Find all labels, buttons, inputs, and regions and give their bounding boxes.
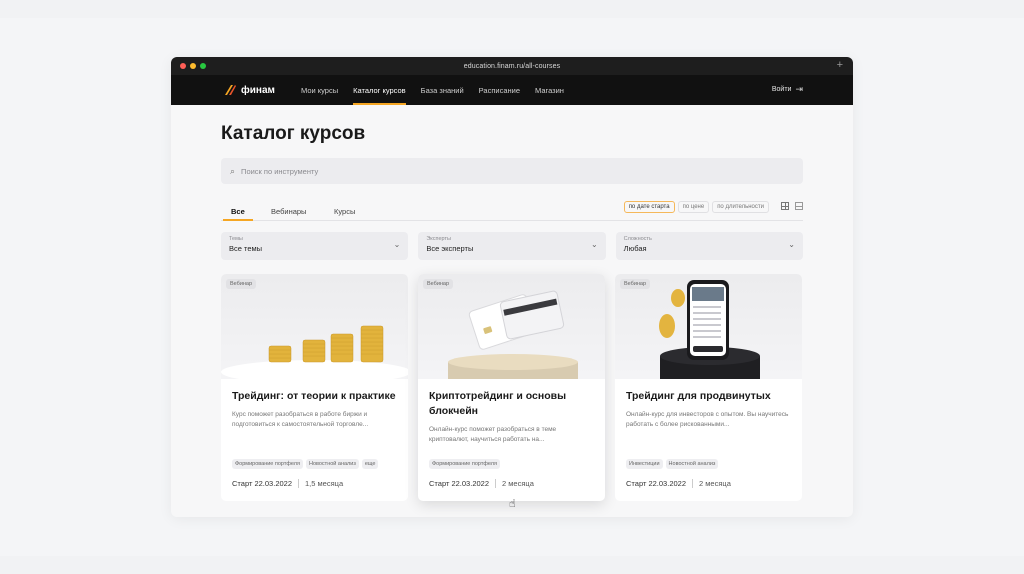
filter-value: Все эксперты <box>426 244 474 253</box>
sort-by-price[interactable]: по цене <box>677 201 710 213</box>
card-type-badge: Вебинар <box>423 279 454 289</box>
filter-topics[interactable]: Темы Все темы ⌄ <box>221 232 409 260</box>
card-description: Онлайн-курс поможет разобраться в теме к… <box>429 426 557 443</box>
page-title: Каталог курсов <box>221 123 366 144</box>
tab-webinars[interactable]: Вебинары <box>271 201 306 221</box>
card-duration: 2 месяца <box>699 479 731 488</box>
nav-schedule[interactable]: Расписание <box>479 75 520 105</box>
view-toggle <box>781 202 803 210</box>
nav-knowledge-base[interactable]: База знаний <box>421 75 464 105</box>
filter-experts[interactable]: Эксперты Все эксперты ⌄ <box>418 232 606 260</box>
nav-catalog[interactable]: Каталог курсов <box>353 75 406 105</box>
meta-divider <box>495 479 496 488</box>
browser-window: education.finam.ru/all-courses + финам М… <box>171 57 853 517</box>
login-icon: ⇥ <box>795 84 803 94</box>
window-controls <box>180 63 206 69</box>
main-nav: Мои курсы Каталог курсов База знаний Рас… <box>301 75 564 105</box>
card-title: Трейдинг для продвинутых <box>626 390 771 402</box>
filter-value: Любая <box>623 244 647 253</box>
card-start-date: Старт 22.03.2022 <box>626 479 686 488</box>
chevron-down-icon: ⌄ <box>393 240 401 249</box>
meta-divider <box>692 479 693 488</box>
tab-courses[interactable]: Курсы <box>334 201 355 221</box>
list-view-icon[interactable] <box>795 202 803 210</box>
nav-shop[interactable]: Магазин <box>535 75 564 105</box>
card-title: Трейдинг: от теории к практике <box>232 390 396 402</box>
filter-value: Все темы <box>229 244 263 253</box>
nav-my-courses[interactable]: Мои курсы <box>301 75 338 105</box>
card-type-badge: Вебинар <box>620 279 651 289</box>
phone-illustration <box>659 280 760 379</box>
card-tag[interactable]: Формирование портфеля <box>429 459 500 469</box>
tab-all[interactable]: Все <box>223 201 253 221</box>
top-navigation: финам Мои курсы Каталог курсов База знан… <box>171 75 853 105</box>
filter-label: Сложность <box>623 236 652 242</box>
card-type-badge: Вебинар <box>226 279 257 289</box>
login-label: Войти <box>771 86 792 93</box>
search-icon: ⌕ <box>230 165 236 176</box>
card-title: Криптотрейдинг и основы блокчейн <box>429 390 567 417</box>
finam-logo-icon <box>225 85 236 95</box>
card-tags: Формирование портфеля <box>429 459 500 469</box>
card-start-date: Старт 22.03.2022 <box>232 479 292 488</box>
filter-label: Темы <box>229 236 243 242</box>
course-card[interactable]: Вебинар Трейдинг для продвинутых Онлайн-… <box>615 274 802 501</box>
course-cards: Вебинар Трейдинг: от теории к практике К… <box>221 274 803 501</box>
hand-cursor-icon: ☝ <box>509 498 516 510</box>
login-button[interactable]: Войти ⇥ <box>772 84 803 95</box>
sort-by-duration[interactable]: по длительности <box>712 201 769 213</box>
course-card[interactable]: Вебинар Криптотрейдинг и основы блокчейн… <box>418 274 605 501</box>
minimize-window-button[interactable] <box>190 63 196 69</box>
maximize-window-button[interactable] <box>200 63 206 69</box>
card-tag[interactable]: Новостной анализ <box>305 459 359 469</box>
card-description: Курс поможет разобраться в работе биржи … <box>232 411 369 428</box>
logo-text: финам <box>241 84 275 96</box>
chevron-down-icon: ⌄ <box>788 240 795 249</box>
card-image-phone: Вебинар <box>615 274 802 379</box>
filter-difficulty[interactable]: Сложность Любая ⌄ <box>615 232 803 260</box>
search-input[interactable] <box>241 166 782 176</box>
course-card[interactable]: Вебинар Трейдинг: от теории к практике К… <box>221 274 408 501</box>
filters-row: Темы Все темы ⌄ Эксперты Все эксперты ⌄ … <box>221 232 803 260</box>
finam-logo[interactable]: финам <box>223 83 275 97</box>
address-bar[interactable]: education.finam.ru/all-courses <box>464 63 560 70</box>
filter-label: Эксперты <box>426 236 451 242</box>
card-duration: 2 месяца <box>502 479 534 488</box>
card-duration: 1,5 месяца <box>305 479 344 488</box>
card-body: Криптотрейдинг и основы блокчейн Онлайн-… <box>418 379 605 455</box>
bank-cards-illustration <box>448 290 578 379</box>
grid-view-icon[interactable] <box>781 202 789 210</box>
card-start-date: Старт 22.03.2022 <box>429 479 489 488</box>
sort-options: по дате старта по цене по длительности <box>623 201 769 213</box>
card-meta: Старт 22.03.2022 1,5 месяца <box>232 479 343 488</box>
card-body: Трейдинг: от теории к практике Курс помо… <box>221 379 408 440</box>
search-bar[interactable]: ⌕ <box>221 158 803 184</box>
chevron-down-icon: ⌄ <box>590 240 598 249</box>
coin-stacks-illustration <box>221 325 408 379</box>
card-tags: Инвестиции Новостной анализ <box>626 459 719 469</box>
card-tags: Формирование портфеля Новостной анализ е… <box>232 459 379 469</box>
meta-divider <box>298 479 299 488</box>
card-tag[interactable]: Инвестиции <box>626 459 663 469</box>
card-tag[interactable]: Формирование портфеля <box>232 459 303 469</box>
card-meta: Старт 22.03.2022 2 месяца <box>429 479 534 488</box>
card-meta: Старт 22.03.2022 2 месяца <box>626 479 731 488</box>
new-tab-button[interactable]: + <box>837 59 843 71</box>
card-body: Трейдинг для продвинутых Онлайн-курс для… <box>615 379 802 440</box>
browser-titlebar: education.finam.ru/all-courses + <box>171 57 853 75</box>
card-image-crypto: Вебинар <box>418 274 605 379</box>
card-description: Онлайн-курс для инвесторов с опытом. Вы … <box>626 411 789 428</box>
card-tag-more[interactable]: еще <box>361 459 379 469</box>
close-window-button[interactable] <box>180 63 186 69</box>
card-image-coins: Вебинар <box>221 274 408 379</box>
sort-by-start-date[interactable]: по дате старта <box>623 201 675 213</box>
card-tag[interactable]: Новостной анализ <box>665 459 719 469</box>
